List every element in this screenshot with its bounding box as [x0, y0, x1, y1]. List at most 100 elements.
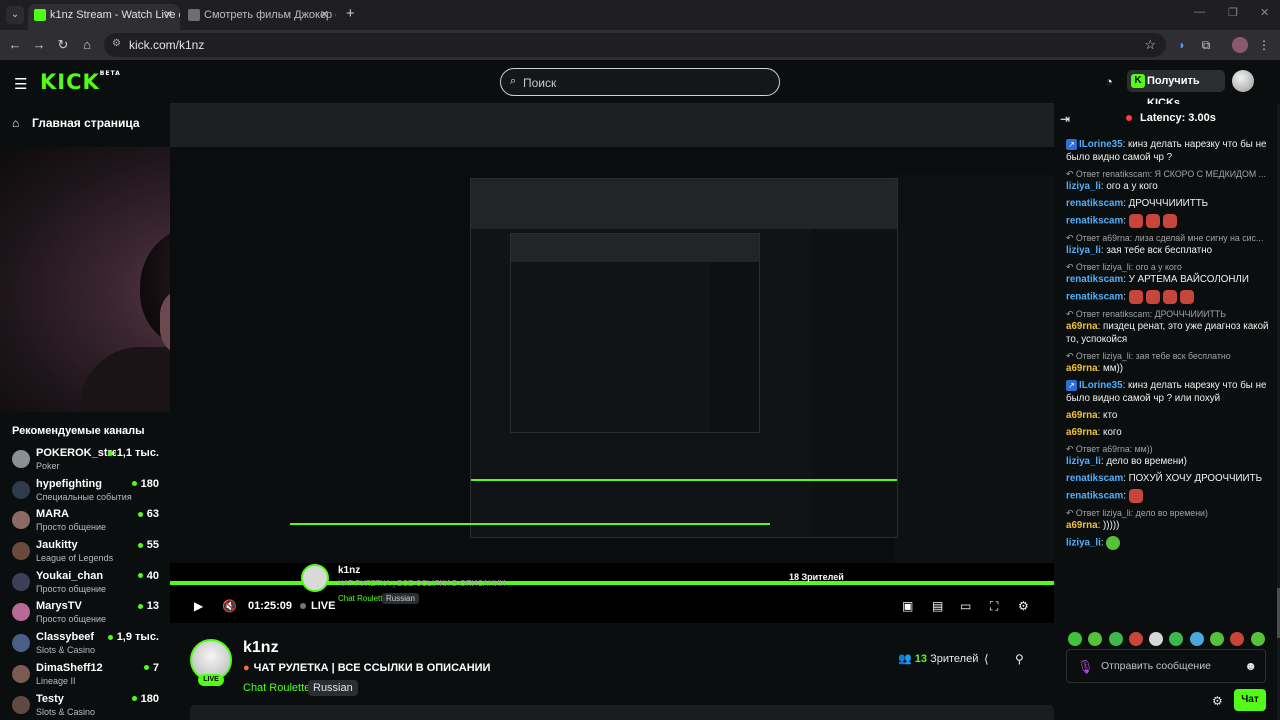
chat-message[interactable]: ↶ Ответ renatikscam: ДРОЧЧЧИИИТТЬ a69rna:… — [1066, 308, 1272, 346]
browser-tab[interactable]: Смотреть фильм Джокер онлайн ✕ — [182, 4, 336, 30]
chat-username[interactable]: renatikscam — [1066, 491, 1123, 502]
quick-emote-icon[interactable] — [1108, 632, 1123, 646]
minimize-icon[interactable]: — — [1194, 6, 1205, 18]
bookmark-star-icon[interactable]: ☆ — [1144, 37, 1156, 53]
chat-username[interactable]: liziya_li — [1066, 456, 1101, 467]
sidebar-channel-item[interactable]: MarysTV Просто общение 13 — [0, 598, 170, 629]
chat-username[interactable]: liziya_li — [1066, 181, 1101, 192]
chat-username[interactable]: liziya_li — [1066, 538, 1101, 549]
quick-emote-icon[interactable] — [1149, 632, 1164, 646]
quick-emote-icon[interactable] — [1230, 632, 1245, 646]
extensions-puzzle-icon[interactable]: ⧉ — [1198, 37, 1214, 53]
video-player[interactable]: k1nz ЧАТ РУЛЕТКА | ВСЕ ССЫЛКИ В ОПИСАНИИ… — [170, 103, 1054, 623]
channel-name[interactable]: k1nz — [243, 639, 279, 657]
forward-icon[interactable]: → — [30, 36, 48, 54]
microphone-icon[interactable]: 🎙 — [1077, 659, 1094, 675]
quick-emote-icon[interactable] — [1169, 632, 1184, 646]
chat-username[interactable]: ILorine35 — [1079, 139, 1123, 150]
chat-message[interactable]: ↗ ILorine35: кинз делать нарезку что бы н… — [1066, 379, 1272, 405]
language-tag[interactable]: Russian — [308, 680, 358, 696]
chat-settings-icon[interactable]: ⚙ — [1212, 694, 1223, 708]
sidebar-channel-item[interactable]: Classybeef Slots & Casino 1,9 тыс. — [0, 629, 170, 660]
get-kicks-button[interactable]: K Получить KICKs — [1127, 70, 1225, 109]
sidebar-home-link[interactable]: ⌂ Главная страница — [12, 116, 140, 130]
hamburger-menu-icon[interactable]: ☰ — [14, 75, 27, 93]
sidebar-channel-item[interactable]: Testy Slots & Casino 180 — [0, 691, 170, 720]
share-icon[interactable]: ⟨ — [984, 652, 989, 666]
quick-emote-icon[interactable] — [1189, 632, 1204, 646]
quick-emote-icon[interactable] — [1128, 632, 1143, 646]
chat-message[interactable]: ↶ Ответ a69rna: лиза сделай мне сигну на… — [1066, 232, 1272, 257]
back-icon[interactable]: ← — [6, 36, 24, 54]
chat-username[interactable]: a69rna — [1066, 520, 1098, 531]
chat-message[interactable]: renatikscam: — [1066, 489, 1272, 503]
chat-message[interactable]: renatikscam: ПОХУЙ ХОЧУ ДРООЧЧИИТЬ — [1066, 472, 1272, 485]
site-info-icon[interactable]: ⚙ — [112, 38, 126, 52]
chat-message[interactable]: ↗ ILorine35: кинз делать нарезку что бы н… — [1066, 138, 1272, 164]
tab-search-button[interactable]: ⌄ — [6, 6, 24, 24]
stream-category-link[interactable]: Chat Roulette — [243, 682, 310, 694]
chat-message[interactable]: a69rna: кто — [1066, 409, 1272, 422]
sidebar-channel-item[interactable]: Jaukitty League of Legends 55 — [0, 537, 170, 568]
close-tab-icon[interactable]: ✕ — [320, 4, 329, 26]
settings-gear-icon[interactable]: ⚙ — [1018, 599, 1029, 613]
quick-emote-icon[interactable] — [1250, 632, 1265, 646]
chat-username[interactable]: renatikscam — [1066, 216, 1123, 227]
home-icon[interactable]: ⌂ — [78, 36, 96, 54]
sidebar-channel-item[interactable]: DimaSheff12 Lineage II 7 — [0, 660, 170, 691]
clip-icon[interactable]: ▣ — [902, 599, 913, 613]
prediction-icon[interactable]: ◔ — [1105, 74, 1113, 89]
kick-logo[interactable]: KICKBETA — [40, 70, 121, 94]
nested-sidebar-reflection — [290, 403, 890, 533]
chat-username[interactable]: renatikscam — [1066, 198, 1123, 209]
chat-message[interactable]: renatikscam: — [1066, 214, 1272, 228]
chat-username[interactable]: a69rna — [1066, 410, 1098, 421]
chat-message[interactable]: ↶ Ответ liziya_li: ого а у кого renatiksc… — [1066, 261, 1272, 286]
chat-message[interactable]: renatikscam: ДРОЧЧЧИИИТТЬ — [1066, 197, 1272, 210]
chat-username[interactable]: a69rna — [1066, 363, 1098, 374]
new-tab-button[interactable]: + — [346, 5, 355, 22]
address-bar[interactable]: ⚙ kick.com/k1nz ☆ — [104, 33, 1166, 57]
close-tab-icon[interactable]: ✕ — [164, 4, 173, 26]
chat-message[interactable]: ↶ Ответ liziya_li: зая тебе вск бесплатн… — [1066, 350, 1272, 375]
sidebar-channel-item[interactable]: MARA Просто общение 63 — [0, 506, 170, 537]
sidebar-channel-item[interactable]: POKEROK_stre... Poker 1,1 тыс. — [0, 445, 170, 476]
restore-icon[interactable]: ❐ — [1228, 6, 1238, 19]
search-input[interactable]: ⌕ Поиск — [500, 68, 780, 96]
chat-username[interactable]: renatikscam — [1066, 473, 1123, 484]
profile-avatar[interactable] — [1232, 37, 1248, 53]
chat-username[interactable]: renatikscam — [1066, 274, 1123, 285]
close-window-icon[interactable]: ✕ — [1260, 6, 1269, 19]
chat-message[interactable]: ↶ Ответ a69rna: мм)) liziya_li: дело во в… — [1066, 443, 1272, 468]
pip-icon[interactable]: ▭ — [960, 599, 971, 613]
quick-emote-icon[interactable] — [1088, 632, 1103, 646]
sidebar-channel-item[interactable]: hypefighting Специальные события 180 — [0, 476, 170, 507]
fullscreen-icon[interactable]: ⛶ — [990, 599, 998, 614]
reload-icon[interactable]: ↻ — [54, 36, 72, 54]
collapse-chat-icon[interactable]: ⇥ — [1060, 112, 1070, 126]
chat-message[interactable]: liziya_li: — [1066, 536, 1272, 550]
extension-icon[interactable]: ◗ — [1174, 37, 1190, 53]
chat-send-button[interactable]: Чат — [1234, 689, 1266, 711]
chat-message[interactable]: a69rna: кого — [1066, 426, 1272, 439]
chat-message[interactable]: ↶ Ответ renatikscam: Я СКОРО С МЕДКИДОМ … — [1066, 168, 1272, 193]
follow-user-icon[interactable]: ⚲ — [1015, 652, 1024, 666]
play-icon[interactable]: ▶ — [194, 599, 203, 613]
browser-tab-active[interactable]: k1nz Stream - Watch Live on Kick ✕ — [28, 4, 180, 30]
chat-message[interactable]: ↶ Ответ liziya_li: дело во времени) a69rn… — [1066, 507, 1272, 532]
emoji-picker-icon[interactable]: ☻ — [1244, 659, 1257, 673]
browser-menu-icon[interactable]: ⋮ — [1256, 37, 1272, 53]
volume-mute-icon[interactable]: 🔇 — [222, 599, 237, 613]
sidebar-channel-item[interactable]: Youkai_chan Просто общение 40 — [0, 568, 170, 599]
chat-message-input[interactable]: 🎙 Отправить сообщение ☻ — [1066, 649, 1266, 683]
theater-mode-icon[interactable]: ▤ — [932, 599, 943, 613]
quick-emote-icon[interactable] — [1068, 632, 1082, 646]
chat-username[interactable]: ILorine35 — [1079, 380, 1123, 391]
chat-username[interactable]: liziya_li — [1066, 245, 1101, 256]
user-avatar[interactable] — [1232, 70, 1254, 92]
quick-emote-icon[interactable] — [1210, 632, 1225, 646]
chat-username[interactable]: a69rna — [1066, 427, 1098, 438]
chat-message[interactable]: renatikscam: — [1066, 290, 1272, 304]
chat-username[interactable]: a69rna — [1066, 321, 1098, 332]
chat-username[interactable]: renatikscam — [1066, 292, 1123, 303]
